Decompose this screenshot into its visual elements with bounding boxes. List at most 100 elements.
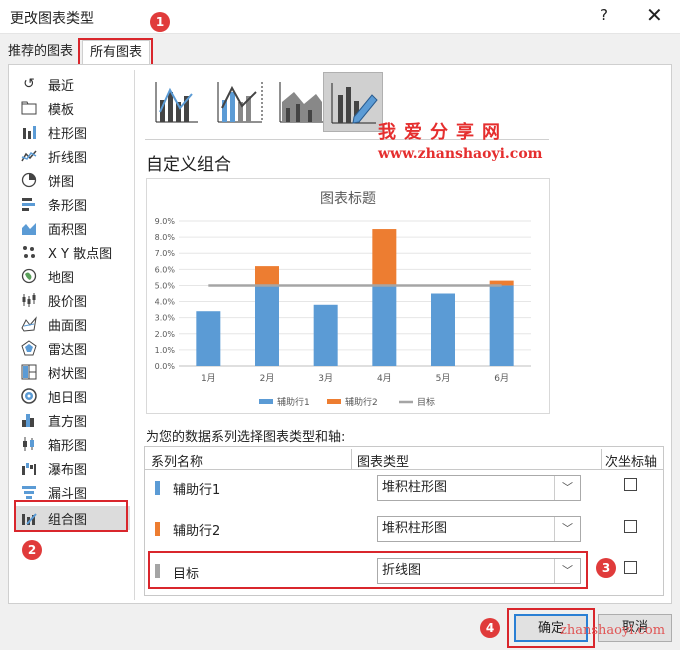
combo-subtype-clustered-column-line-secondary[interactable] [210, 72, 270, 132]
legend-label: 辅助行1 [277, 396, 310, 408]
highlight-box-target-row [148, 551, 588, 589]
chart-svg: 图表标题 0.0% 1.0% 2.0% 3.0% 4.0% 5.0% 6.0% 7.0% 8.0%… [155, 191, 531, 408]
bar-chart-icon [20, 195, 38, 213]
chevron-down-icon[interactable]: ﹀ [554, 476, 580, 500]
highlight-box-combo [14, 500, 128, 532]
sidebar-item-surface[interactable]: 曲面图 [14, 312, 130, 336]
sidebar-item-waterfall[interactable]: 瀑布图 [14, 456, 130, 480]
combo-subtype-clustered-column-line[interactable] [148, 72, 208, 132]
x-tick-label: 1月 [201, 373, 216, 384]
series-name: 辅助行1 [173, 483, 221, 498]
folder-icon [20, 99, 38, 117]
watermark-title: 我爱分享网 [378, 122, 508, 143]
legend-label: 辅助行2 [345, 396, 378, 408]
step-badge-2: 2 [22, 540, 42, 560]
close-button[interactable]: ✕ [646, 3, 663, 27]
sidebar-item-treemap[interactable]: 树状图 [14, 360, 130, 384]
sidebar-item-recent[interactable]: ↺ 最近 [14, 72, 130, 96]
map-chart-icon [20, 267, 38, 285]
chevron-down-icon[interactable]: ﹀ [554, 517, 580, 541]
sidebar-item-boxplot[interactable]: 箱形图 [14, 432, 130, 456]
sidebar-item-pie[interactable]: 饼图 [14, 168, 130, 192]
watermark-bottom: zhanshaoyi.com [560, 623, 666, 638]
scatter-chart-icon [20, 243, 38, 261]
stock-chart-icon [20, 291, 38, 309]
surface-chart-icon [20, 315, 38, 333]
section-title: 自定义组合 [146, 155, 231, 175]
watermark-url: www.zhanshaoyi.com [378, 146, 543, 162]
chart-bar [372, 285, 397, 366]
x-tick-label: 5月 [436, 373, 451, 384]
sidebar-divider [134, 70, 135, 600]
secondary-axis-checkbox[interactable] [624, 520, 637, 533]
secondary-axis-checkbox[interactable] [624, 561, 637, 574]
y-tick-label: 8.0% [155, 233, 176, 242]
secondary-axis-checkbox[interactable] [624, 478, 637, 491]
header-series-name: 系列名称 [151, 455, 204, 470]
step-badge-3: 3 [596, 558, 616, 578]
header-underline [145, 469, 663, 470]
y-tick-label: 6.0% [155, 265, 176, 274]
title-bar: 更改图表类型 ? ✕ [0, 0, 680, 34]
sidebar-item-histogram[interactable]: 直方图 [14, 408, 130, 432]
sunburst-chart-icon [20, 387, 38, 405]
chart-bar [372, 229, 397, 286]
step-badge-1: 1 [150, 12, 170, 32]
sidebar-item-line[interactable]: 折线图 [14, 144, 130, 168]
chart-bar [196, 311, 221, 366]
area-chart-icon [20, 219, 38, 237]
pie-chart-icon [20, 171, 38, 189]
header-divider [601, 449, 602, 469]
sidebar-item-templates[interactable]: 模板 [14, 96, 130, 120]
sidebar-item-column[interactable]: 柱形图 [14, 120, 130, 144]
header-secondary-axis: 次坐标轴 [605, 455, 658, 470]
sidebar-item-scatter[interactable]: X Y 散点图 [14, 240, 130, 264]
chart-type-sidebar: ↺ 最近 模板 柱形图 折线图 饼图 条形图 面积图 X Y 散点图 地图 股价图… [14, 72, 130, 530]
y-tick-label: 0.0% [155, 362, 176, 371]
sidebar-item-sunburst[interactable]: 旭日图 [14, 384, 130, 408]
sidebar-item-area[interactable]: 面积图 [14, 216, 130, 240]
series-hint-text: 为您的数据系列选择图表类型和轴: [146, 430, 346, 445]
histogram-chart-icon [20, 411, 38, 429]
radar-chart-icon [20, 339, 38, 357]
sidebar-item-bar[interactable]: 条形图 [14, 192, 130, 216]
help-button[interactable]: ? [600, 6, 608, 24]
x-tick-label: 3月 [318, 373, 333, 384]
chart-bar [255, 266, 279, 286]
window-title: 更改图表类型 [10, 11, 94, 27]
chart-type-dropdown[interactable]: 堆积柱形图 ﹀ [377, 516, 581, 542]
y-tick-label: 5.0% [155, 281, 176, 290]
tab-recommended-charts[interactable]: 推荐的图表 [8, 40, 82, 64]
sidebar-item-map[interactable]: 地图 [14, 264, 130, 288]
combo-subtype-custom[interactable] [323, 72, 383, 132]
treemap-chart-icon [20, 363, 38, 381]
sidebar-item-stock[interactable]: 股价图 [14, 288, 130, 312]
y-tick-label: 1.0% [155, 346, 176, 355]
legend-label: 目标 [417, 396, 435, 408]
series-color-swatch [155, 522, 160, 536]
series-color-swatch [155, 481, 160, 495]
y-tick-label: 3.0% [155, 314, 176, 323]
line-chart-icon [20, 147, 38, 165]
y-tick-label: 2.0% [155, 330, 176, 339]
legend-swatch [259, 399, 273, 404]
chart-bar [313, 304, 338, 366]
funnel-chart-icon [20, 483, 38, 501]
chart-bar [431, 293, 455, 366]
chart-preview: 图表标题 0.0% 1.0% 2.0% 3.0% 4.0% 5.0% 6.0% 7.0% 8.0%… [146, 178, 550, 414]
chart-bar [489, 285, 514, 366]
series-name: 辅助行2 [173, 524, 221, 539]
boxplot-chart-icon [20, 435, 38, 453]
y-tick-label: 4.0% [155, 298, 176, 307]
x-tick-label: 4月 [377, 373, 392, 384]
recent-icon: ↺ [23, 76, 35, 92]
sidebar-item-radar[interactable]: 雷达图 [14, 336, 130, 360]
column-chart-icon [20, 123, 38, 141]
chart-title: 图表标题 [320, 191, 376, 207]
step-badge-4: 4 [480, 618, 500, 638]
waterfall-chart-icon [20, 459, 38, 477]
x-tick-label: 6月 [494, 373, 509, 384]
chart-type-dropdown[interactable]: 堆积柱形图 ﹀ [377, 475, 581, 501]
x-tick-label: 2月 [260, 373, 275, 384]
header-divider [351, 449, 352, 469]
